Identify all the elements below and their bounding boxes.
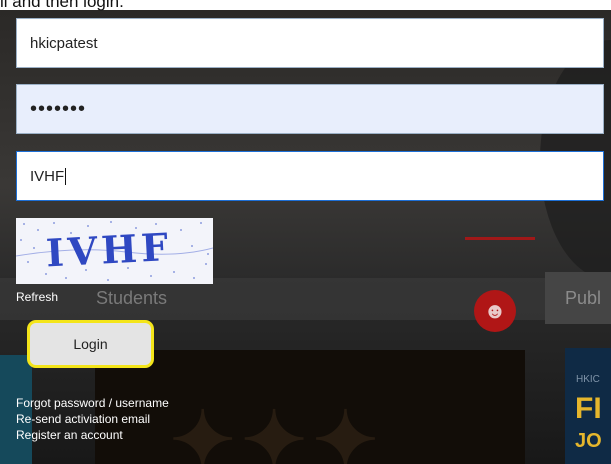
register-account-link[interactable]: Register an account: [16, 427, 169, 443]
password-input[interactable]: •••••••: [16, 84, 604, 134]
background-nav-band: [0, 278, 611, 320]
username-input[interactable]: hkicpatest: [16, 18, 604, 68]
refresh-captcha-link[interactable]: Refresh: [16, 290, 58, 304]
promo-card-subtitle: JO: [575, 430, 602, 452]
person-icon: ☻: [474, 290, 516, 332]
promo-card-small-text: HKIC: [576, 374, 600, 385]
username-value: hkicpatest: [30, 34, 98, 52]
text-caret: [65, 167, 67, 185]
background-red-line: [465, 237, 535, 240]
captcha-image-text: IVHF: [45, 224, 173, 276]
background-students-tab: Students: [96, 288, 168, 308]
background-sparkle-graphic: ✦✦✦: [170, 395, 385, 464]
captcha-value: IVHF: [30, 167, 65, 185]
background-publ-tab: Publ: [565, 288, 602, 308]
login-button-label: Login: [73, 336, 108, 352]
login-button[interactable]: Login: [27, 320, 154, 368]
account-links: Forgot password / username Re-send activ…: [16, 395, 169, 443]
captcha-input[interactable]: IVHF: [16, 151, 604, 201]
resend-activation-link[interactable]: Re-send activiation email: [16, 411, 169, 427]
forgot-password-link[interactable]: Forgot password / username: [16, 395, 169, 411]
promo-card-title: FI: [575, 392, 602, 425]
captcha-image: IVHF: [16, 218, 213, 284]
password-mask: •••••••: [30, 97, 87, 120]
instruction-text: il and then login.: [0, 0, 124, 11]
